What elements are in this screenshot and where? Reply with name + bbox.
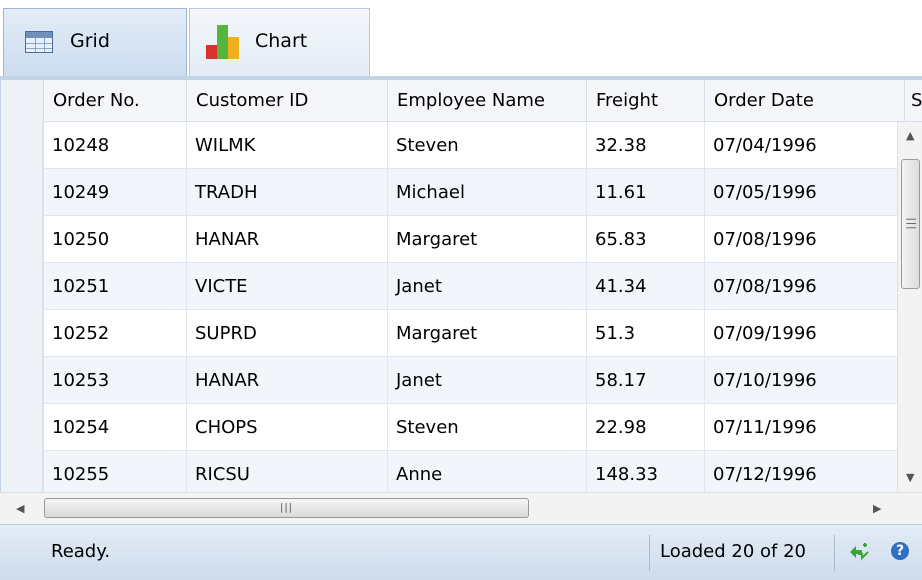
cell-freight[interactable]: 32.38 — [586, 122, 704, 169]
row-selector[interactable] — [1, 216, 43, 263]
thumb-grip-icon: ||| — [279, 502, 294, 514]
status-separator — [649, 535, 650, 571]
cell-order-no[interactable]: 10251 — [43, 263, 186, 310]
cell-customer-id[interactable]: SUPRD — [186, 310, 387, 357]
refresh-icon[interactable] — [846, 539, 872, 565]
cell-order-no[interactable]: 10249 — [43, 169, 186, 216]
column-header-order-no[interactable]: Order No. — [43, 80, 186, 122]
cell-order-date[interactable]: 07/10/1996 — [704, 357, 897, 404]
cell-employee-name[interactable]: Steven — [387, 122, 586, 169]
cell-customer-id[interactable]: HANAR — [186, 357, 387, 404]
cell-order-date[interactable]: 07/08/1996 — [704, 216, 897, 263]
row-selector[interactable] — [1, 310, 43, 357]
grid-icon — [25, 31, 53, 53]
cell-freight[interactable]: 41.34 — [586, 263, 704, 310]
scroll-right-arrow-icon[interactable]: ▶ — [873, 503, 881, 514]
column-header-customer-id[interactable]: Customer ID — [186, 80, 387, 122]
tab-chart-label: Chart — [255, 30, 308, 52]
cell-employee-name[interactable]: Janet — [387, 357, 586, 404]
table-row[interactable]: 10248 WILMK Steven 32.38 07/04/1996 — [1, 122, 897, 169]
cell-customer-id[interactable]: WILMK — [186, 122, 387, 169]
tab-grid-label: Grid — [70, 30, 110, 52]
cell-freight[interactable]: 51.3 — [586, 310, 704, 357]
table-row[interactable]: 10251 VICTE Janet 41.34 07/08/1996 — [1, 263, 897, 310]
cell-customer-id[interactable]: CHOPS — [186, 404, 387, 451]
grid-rows: 10248 WILMK Steven 32.38 07/04/1996 10249 TRAD… — [1, 122, 897, 492]
table-row[interactable]: 10250 HANAR Margaret 65.83 07/08/1996 — [1, 216, 897, 263]
column-header-freight[interactable]: Freight — [586, 80, 704, 122]
row-selector[interactable] — [1, 122, 43, 169]
column-header-truncated[interactable]: S — [904, 80, 922, 122]
cell-freight[interactable]: 148.33 — [586, 451, 704, 492]
grid-header-row: Order No. Customer ID Employee Name Frei… — [1, 80, 922, 122]
column-header-employee-name[interactable]: Employee Name — [387, 80, 586, 122]
status-separator — [834, 535, 835, 571]
cell-employee-name[interactable]: Michael — [387, 169, 586, 216]
cell-order-date[interactable]: 07/05/1996 — [704, 169, 897, 216]
horizontal-scroll-thumb[interactable]: ||| — [44, 498, 529, 518]
column-header-order-date[interactable]: Order Date — [704, 80, 904, 122]
cell-employee-name[interactable]: Janet — [387, 263, 586, 310]
cell-order-no[interactable]: 10252 — [43, 310, 186, 357]
table-row[interactable]: 10252 SUPRD Margaret 51.3 07/09/1996 — [1, 310, 897, 357]
cell-customer-id[interactable]: HANAR — [186, 216, 387, 263]
cell-order-no[interactable]: 10250 — [43, 216, 186, 263]
vertical-scrollbar[interactable]: ▲ ||| ▼ — [897, 122, 922, 492]
table-row[interactable]: 10255 RICSU Anne 148.33 07/12/1996 — [1, 451, 897, 492]
cell-freight[interactable]: 65.83 — [586, 216, 704, 263]
cell-order-date[interactable]: 07/11/1996 — [704, 404, 897, 451]
orders-grid: Order No. Customer ID Employee Name Frei… — [0, 80, 922, 492]
tab-chart[interactable]: Chart — [189, 8, 370, 76]
cell-order-no[interactable]: 10255 — [43, 451, 186, 492]
cell-employee-name[interactable]: Steven — [387, 404, 586, 451]
cell-order-no[interactable]: 10248 — [43, 122, 186, 169]
cell-order-date[interactable]: 07/12/1996 — [704, 451, 897, 492]
cell-employee-name[interactable]: Anne — [387, 451, 586, 492]
row-selector[interactable] — [1, 357, 43, 404]
status-bar: Ready. Loaded 20 of 20 ? — [0, 524, 922, 580]
table-row[interactable]: 10253 HANAR Janet 58.17 07/10/1996 — [1, 357, 897, 404]
scroll-up-arrow-icon[interactable]: ▲ — [906, 130, 914, 141]
scroll-down-arrow-icon[interactable]: ▼ — [906, 472, 914, 483]
cell-employee-name[interactable]: Margaret — [387, 216, 586, 263]
status-text: Ready. — [51, 541, 111, 562]
loaded-count: Loaded 20 of 20 — [660, 541, 807, 562]
view-tabbar: Grid Chart — [0, 0, 922, 80]
vertical-scroll-thumb[interactable]: ||| — [901, 159, 920, 289]
header-row-selector — [1, 80, 43, 122]
cell-freight[interactable]: 11.61 — [586, 169, 704, 216]
scroll-left-arrow-icon[interactable]: ◀ — [16, 503, 24, 514]
tab-grid[interactable]: Grid — [3, 8, 187, 76]
help-icon[interactable]: ? — [891, 542, 909, 560]
cell-customer-id[interactable]: TRADH — [186, 169, 387, 216]
horizontal-scrollbar[interactable]: ◀ ||| ▶ — [0, 492, 922, 524]
row-selector[interactable] — [1, 451, 43, 492]
row-selector[interactable] — [1, 404, 43, 451]
cell-order-date[interactable]: 07/08/1996 — [704, 263, 897, 310]
row-selector[interactable] — [1, 263, 43, 310]
table-row[interactable]: 10254 CHOPS Steven 22.98 07/11/1996 — [1, 404, 897, 451]
cell-order-date[interactable]: 07/04/1996 — [704, 122, 897, 169]
table-row[interactable]: 10249 TRADH Michael 11.61 07/05/1996 — [1, 169, 897, 216]
row-selector[interactable] — [1, 169, 43, 216]
bar-chart-icon — [206, 23, 240, 59]
cell-freight[interactable]: 22.98 — [586, 404, 704, 451]
cell-customer-id[interactable]: VICTE — [186, 263, 387, 310]
cell-customer-id[interactable]: RICSU — [186, 451, 387, 492]
cell-order-no[interactable]: 10253 — [43, 357, 186, 404]
cell-employee-name[interactable]: Margaret — [387, 310, 586, 357]
cell-freight[interactable]: 58.17 — [586, 357, 704, 404]
cell-order-date[interactable]: 07/09/1996 — [704, 310, 897, 357]
cell-order-no[interactable]: 10254 — [43, 404, 186, 451]
thumb-grip-icon: ||| — [905, 217, 916, 231]
